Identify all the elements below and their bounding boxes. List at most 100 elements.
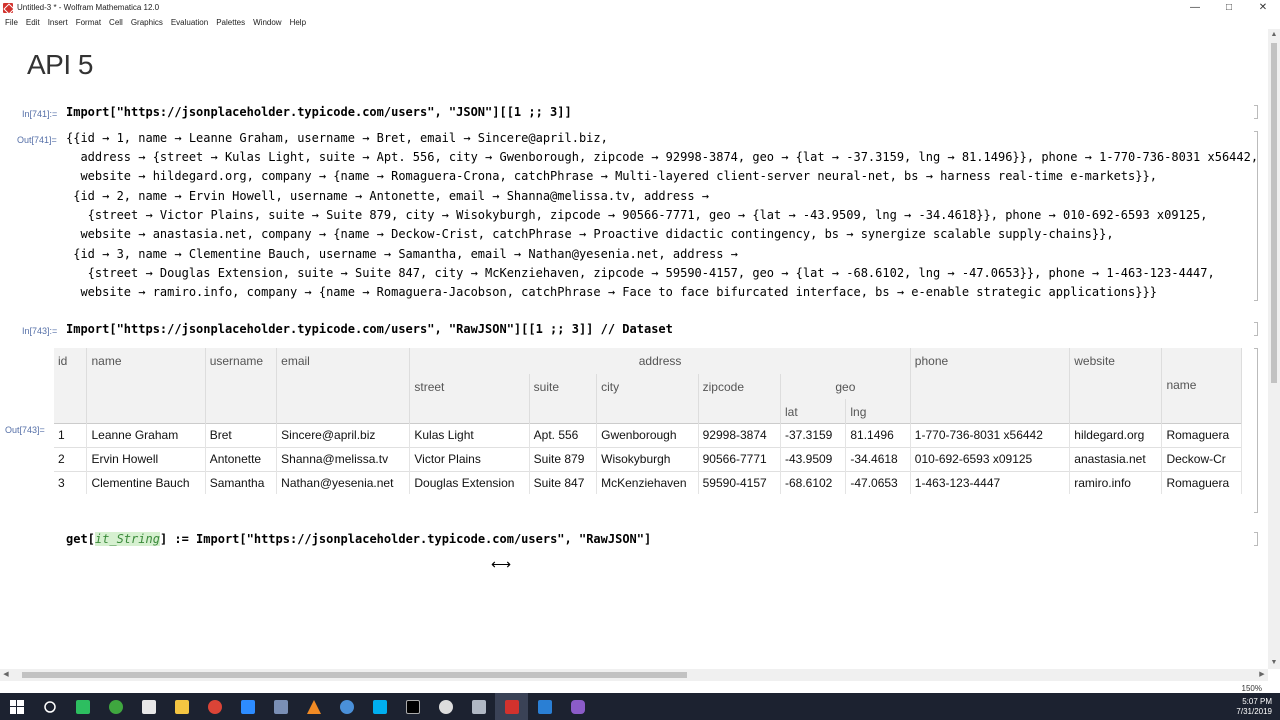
col-header-company-name[interactable]: name	[1161, 348, 1242, 423]
cell-company-name: Romaguera	[1161, 470, 1242, 494]
settings-icon[interactable]	[264, 693, 297, 720]
slack-icon[interactable]	[132, 693, 165, 720]
cell-bracket[interactable]	[1254, 131, 1258, 301]
cell-id: 3	[54, 470, 88, 494]
col-header-username[interactable]: username	[205, 348, 278, 423]
menu-evaluation[interactable]: Evaluation	[167, 18, 212, 27]
col-header-email[interactable]: email	[276, 348, 411, 423]
col-header-lat[interactable]: lat	[780, 399, 847, 423]
col-header-geo[interactable]: geo	[780, 374, 911, 399]
mathematica-app-icon	[3, 2, 13, 13]
menu-help[interactable]: Help	[286, 18, 310, 27]
folder-icon[interactable]	[462, 693, 495, 720]
menu-window[interactable]: Window	[249, 18, 285, 27]
input-cell-743[interactable]: Import["https://jsonplaceholder.typicode…	[66, 322, 673, 336]
window-controls: — □ ✕	[1178, 0, 1280, 15]
zoom-level[interactable]: 150%	[1242, 684, 1262, 693]
obs-icon[interactable]	[429, 693, 462, 720]
cell-email: Nathan@yesenia.net	[276, 470, 411, 494]
menu-file[interactable]: File	[0, 18, 22, 27]
cell-website: anastasia.net	[1069, 446, 1163, 471]
clock-time: 5:07 PM	[1242, 696, 1272, 706]
col-header-city[interactable]: city	[596, 374, 699, 423]
col-header-suite[interactable]: suite	[529, 374, 598, 423]
col-header-id[interactable]: id	[54, 348, 88, 423]
cell-company-name: Romaguera	[1161, 422, 1242, 447]
output-line: {{id → 1, name → Leanne Graham, username…	[66, 131, 608, 145]
notebook-title[interactable]: API 5	[27, 49, 93, 81]
table-row[interactable]: 3 Clementine Bauch Samantha Nathan@yesen…	[54, 470, 1242, 494]
vlc-icon[interactable]	[297, 693, 330, 720]
notebook-area[interactable]: API 5 In[741]:= Import["https://jsonplac…	[0, 29, 1268, 669]
horizontal-scrollbar[interactable]: ◀ ▶	[0, 669, 1268, 681]
menu-bar: File Edit Insert Format Cell Graphics Ev…	[0, 15, 1280, 29]
cell-lng: 81.1496	[845, 422, 911, 447]
col-header-name[interactable]: name	[86, 348, 206, 423]
cell-bracket[interactable]	[1254, 322, 1258, 336]
cell-phone: 010-692-6593 x09125	[910, 446, 1071, 471]
menu-cell[interactable]: Cell	[105, 18, 127, 27]
scroll-right-icon[interactable]: ▶	[1256, 669, 1268, 681]
cell-phone: 1-463-123-4447	[910, 470, 1071, 494]
menu-format[interactable]: Format	[72, 18, 105, 27]
minimize-button[interactable]: —	[1178, 0, 1212, 15]
cell-id: 1	[54, 422, 88, 447]
evernote-icon[interactable]	[66, 693, 99, 720]
output-line: {street → Victor Plains, suite → Suite 8…	[66, 208, 1208, 222]
input-cell-741[interactable]: Import["https://jsonplaceholder.typicode…	[66, 105, 572, 119]
cell-street: Victor Plains	[409, 446, 530, 471]
dataset-table[interactable]: id name username email address phone web…	[54, 348, 1242, 494]
windows-start-icon[interactable]	[0, 693, 33, 720]
cell-bracket[interactable]	[1254, 348, 1258, 513]
col-header-address[interactable]: address	[409, 348, 911, 374]
file-explorer-icon[interactable]	[165, 693, 198, 720]
cell-bracket[interactable]	[1254, 532, 1258, 546]
horizontal-scroll-thumb[interactable]	[22, 672, 687, 678]
cmd-icon[interactable]	[396, 693, 429, 720]
cortana-icon[interactable]	[33, 693, 66, 720]
menu-palettes[interactable]: Palettes	[212, 18, 249, 27]
cell-street: Kulas Light	[409, 422, 530, 447]
cell-suite: Apt. 556	[529, 422, 598, 447]
cell-username: Bret	[205, 422, 278, 447]
cell-bracket[interactable]	[1254, 105, 1258, 119]
col-header-zipcode[interactable]: zipcode	[698, 374, 781, 423]
menu-edit[interactable]: Edit	[22, 18, 44, 27]
cell-city: Wisokyburgh	[596, 446, 699, 471]
system-clock[interactable]: 5:07 PM 7/31/2019	[1236, 693, 1272, 720]
cell-lng: -47.0653	[845, 470, 911, 494]
cell-lat: -43.9509	[780, 446, 847, 471]
close-button[interactable]: ✕	[1246, 0, 1280, 15]
zoom-icon[interactable]	[231, 693, 264, 720]
purple-app-icon[interactable]	[561, 693, 594, 720]
taskbar	[0, 693, 1280, 720]
menu-insert[interactable]: Insert	[44, 18, 72, 27]
menu-graphics[interactable]: Graphics	[127, 18, 167, 27]
chrome-icon[interactable]	[198, 693, 231, 720]
mathematica-icon[interactable]	[495, 693, 528, 720]
col-header-website[interactable]: website	[1069, 348, 1163, 423]
table-row[interactable]: 1 Leanne Graham Bret Sincere@april.biz K…	[54, 422, 1242, 447]
col-header-lng[interactable]: lng	[845, 399, 911, 423]
window-title: Untitled-3 * - Wolfram Mathematica 12.0	[17, 3, 160, 12]
table-row[interactable]: 2 Ervin Howell Antonette Shanna@melissa.…	[54, 446, 1242, 471]
input-cell-get-definition[interactable]: get[it_String] := Import["https://jsonpl…	[66, 532, 651, 546]
output-line: {street → Douglas Extension, suite → Sui…	[66, 266, 1215, 280]
cell-zipcode: 92998-3874	[698, 422, 781, 447]
scroll-down-icon[interactable]: ▼	[1268, 657, 1280, 669]
skype-icon[interactable]	[363, 693, 396, 720]
vertical-scrollbar[interactable]: ▲ ▼	[1268, 29, 1280, 669]
terminal-icon[interactable]	[330, 693, 363, 720]
vertical-scroll-thumb[interactable]	[1271, 43, 1277, 383]
cell-email: Shanna@melissa.tv	[276, 446, 411, 471]
scroll-up-icon[interactable]: ▲	[1268, 29, 1280, 41]
output-line: website → anastasia.net, company → {name…	[66, 227, 1114, 241]
col-header-phone[interactable]: phone	[910, 348, 1071, 423]
cell-zipcode: 59590-4157	[698, 470, 781, 494]
col-header-street[interactable]: street	[409, 374, 530, 423]
scroll-left-icon[interactable]: ◀	[0, 669, 12, 681]
cell-id: 2	[54, 446, 88, 471]
vscode-icon[interactable]	[528, 693, 561, 720]
maximize-button[interactable]: □	[1212, 0, 1246, 15]
green-app-icon[interactable]	[99, 693, 132, 720]
